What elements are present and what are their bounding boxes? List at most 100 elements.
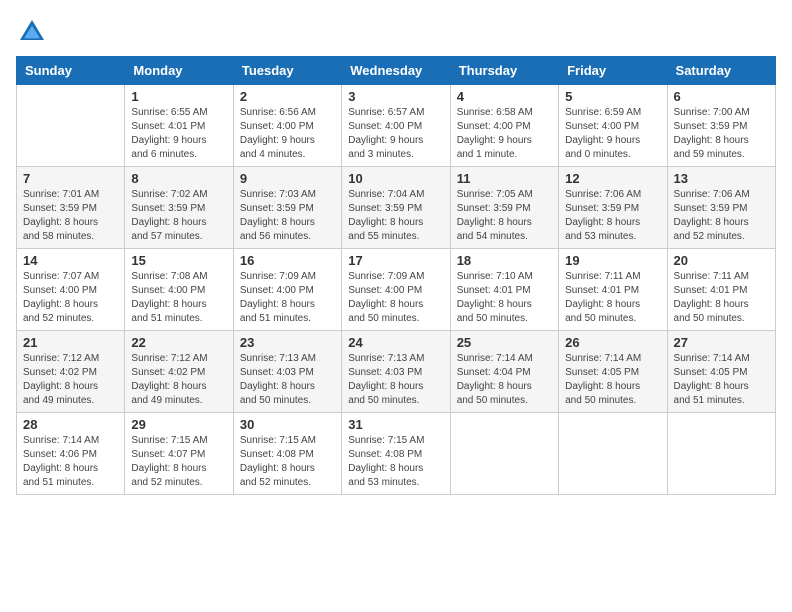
- calendar-cell: 27 Sunrise: 7:14 AM Sunset: 4:05 PM Dayli…: [667, 331, 775, 413]
- weekday-label: Sunday: [17, 57, 125, 85]
- day-number: 21: [23, 335, 118, 350]
- day-number: 8: [131, 171, 226, 186]
- calendar-cell: 24Sunrise: 7:13 AM Sunset: 4:03 PM Dayli…: [342, 331, 450, 413]
- day-number: 6: [674, 89, 769, 104]
- calendar-cell: 30Sunrise: 7:15 AM Sunset: 4:08 PM Dayli…: [233, 413, 341, 495]
- day-info: Sunrise: 7:11 AM Sunset: 4:01 PM Dayligh…: [674, 270, 769, 326]
- calendar-cell: 22 Sunrise: 7:12 AM Sunset: 4:02 PM Dayli…: [125, 331, 233, 413]
- day-info: Sunrise: 7:07 AM Sunset: 4:00 PM Dayligh…: [23, 270, 118, 326]
- calendar-cell: 21 Sunrise: 7:12 AM Sunset: 4:02 PM Dayli…: [17, 331, 125, 413]
- weekday-label: Thursday: [450, 57, 558, 85]
- calendar-cell: 15 Sunrise: 7:08 AM Sunset: 4:00 PM Dayli…: [125, 249, 233, 331]
- calendar-cell: 2Sunrise: 6:56 AM Sunset: 4:00 PM Daylig…: [233, 85, 341, 167]
- calendar-cell: [667, 413, 775, 495]
- day-number: 3: [348, 89, 443, 104]
- day-number: 9: [240, 171, 335, 186]
- calendar-cell: 26Sunrise: 7:14 AM Sunset: 4:05 PM Dayli…: [559, 331, 667, 413]
- calendar-cell: 25 Sunrise: 7:14 AM Sunset: 4:04 PM Dayli…: [450, 331, 558, 413]
- calendar-cell: [450, 413, 558, 495]
- calendar-cell: 10 Sunrise: 7:04 AM Sunset: 3:59 PM Dayli…: [342, 167, 450, 249]
- calendar-cell: 16 Sunrise: 7:09 AM Sunset: 4:00 PM Dayli…: [233, 249, 341, 331]
- day-number: 14: [23, 253, 118, 268]
- day-number: 17: [348, 253, 443, 268]
- day-info: Sunrise: 7:15 AM Sunset: 4:08 PM Dayligh…: [240, 434, 335, 490]
- calendar-cell: [17, 85, 125, 167]
- day-info: Sunrise: 7:09 AM Sunset: 4:00 PM Dayligh…: [240, 270, 335, 326]
- calendar-week-row: 21 Sunrise: 7:12 AM Sunset: 4:02 PM Dayli…: [17, 331, 776, 413]
- day-number: 20: [674, 253, 769, 268]
- day-info: Sunrise: 7:11 AM Sunset: 4:01 PM Dayligh…: [565, 270, 660, 326]
- day-number: 18: [457, 253, 552, 268]
- day-info: Sunrise: 6:55 AM Sunset: 4:01 PM Dayligh…: [131, 106, 226, 162]
- day-number: 10: [348, 171, 443, 186]
- calendar-cell: 3Sunrise: 6:57 AM Sunset: 4:00 PM Daylig…: [342, 85, 450, 167]
- calendar-cell: 14 Sunrise: 7:07 AM Sunset: 4:00 PM Dayli…: [17, 249, 125, 331]
- day-info: Sunrise: 7:15 AM Sunset: 4:08 PM Dayligh…: [348, 434, 443, 490]
- calendar-cell: 17 Sunrise: 7:09 AM Sunset: 4:00 PM Dayli…: [342, 249, 450, 331]
- day-number: 27: [674, 335, 769, 350]
- day-info: Sunrise: 7:14 AM Sunset: 4:05 PM Dayligh…: [674, 352, 769, 408]
- calendar-cell: 13Sunrise: 7:06 AM Sunset: 3:59 PM Dayli…: [667, 167, 775, 249]
- day-info: Sunrise: 7:05 AM Sunset: 3:59 PM Dayligh…: [457, 188, 552, 244]
- calendar-cell: 28 Sunrise: 7:14 AM Sunset: 4:06 PM Dayli…: [17, 413, 125, 495]
- day-number: 2: [240, 89, 335, 104]
- calendar-cell: 7 Sunrise: 7:01 AM Sunset: 3:59 PM Daylig…: [17, 167, 125, 249]
- day-info: Sunrise: 7:12 AM Sunset: 4:02 PM Dayligh…: [23, 352, 118, 408]
- calendar-cell: 19 Sunrise: 7:11 AM Sunset: 4:01 PM Dayli…: [559, 249, 667, 331]
- day-number: 23: [240, 335, 335, 350]
- logo-icon: [16, 16, 48, 48]
- calendar-cell: 31 Sunrise: 7:15 AM Sunset: 4:08 PM Dayli…: [342, 413, 450, 495]
- day-info: Sunrise: 6:58 AM Sunset: 4:00 PM Dayligh…: [457, 106, 552, 162]
- page-header: [16, 16, 776, 48]
- day-info: Sunrise: 7:01 AM Sunset: 3:59 PM Dayligh…: [23, 188, 118, 244]
- day-number: 7: [23, 171, 118, 186]
- weekday-header-row: SundayMondayTuesdayWednesdayThursdayFrid…: [17, 57, 776, 85]
- calendar-cell: 18 Sunrise: 7:10 AM Sunset: 4:01 PM Dayli…: [450, 249, 558, 331]
- weekday-label: Monday: [125, 57, 233, 85]
- day-number: 16: [240, 253, 335, 268]
- calendar-table: SundayMondayTuesdayWednesdayThursdayFrid…: [16, 56, 776, 495]
- calendar-week-row: 1Sunrise: 6:55 AM Sunset: 4:01 PM Daylig…: [17, 85, 776, 167]
- calendar-cell: 9Sunrise: 7:03 AM Sunset: 3:59 PM Daylig…: [233, 167, 341, 249]
- day-info: Sunrise: 7:14 AM Sunset: 4:06 PM Dayligh…: [23, 434, 118, 490]
- day-number: 13: [674, 171, 769, 186]
- day-number: 25: [457, 335, 552, 350]
- calendar-body: 1Sunrise: 6:55 AM Sunset: 4:01 PM Daylig…: [17, 85, 776, 495]
- calendar-cell: 8 Sunrise: 7:02 AM Sunset: 3:59 PM Daylig…: [125, 167, 233, 249]
- calendar-week-row: 14 Sunrise: 7:07 AM Sunset: 4:00 PM Dayli…: [17, 249, 776, 331]
- logo: [16, 16, 52, 48]
- day-info: Sunrise: 7:02 AM Sunset: 3:59 PM Dayligh…: [131, 188, 226, 244]
- calendar-cell: 1Sunrise: 6:55 AM Sunset: 4:01 PM Daylig…: [125, 85, 233, 167]
- weekday-label: Tuesday: [233, 57, 341, 85]
- day-number: 26: [565, 335, 660, 350]
- day-number: 28: [23, 417, 118, 432]
- calendar-cell: 12Sunrise: 7:06 AM Sunset: 3:59 PM Dayli…: [559, 167, 667, 249]
- day-info: Sunrise: 7:10 AM Sunset: 4:01 PM Dayligh…: [457, 270, 552, 326]
- day-info: Sunrise: 7:08 AM Sunset: 4:00 PM Dayligh…: [131, 270, 226, 326]
- calendar-cell: 5 Sunrise: 6:59 AM Sunset: 4:00 PM Daylig…: [559, 85, 667, 167]
- day-number: 11: [457, 171, 552, 186]
- weekday-label: Friday: [559, 57, 667, 85]
- calendar-cell: 4Sunrise: 6:58 AM Sunset: 4:00 PM Daylig…: [450, 85, 558, 167]
- day-number: 29: [131, 417, 226, 432]
- day-info: Sunrise: 6:59 AM Sunset: 4:00 PM Dayligh…: [565, 106, 660, 162]
- day-info: Sunrise: 7:15 AM Sunset: 4:07 PM Dayligh…: [131, 434, 226, 490]
- day-info: Sunrise: 7:04 AM Sunset: 3:59 PM Dayligh…: [348, 188, 443, 244]
- calendar-week-row: 7 Sunrise: 7:01 AM Sunset: 3:59 PM Daylig…: [17, 167, 776, 249]
- day-info: Sunrise: 7:06 AM Sunset: 3:59 PM Dayligh…: [565, 188, 660, 244]
- calendar-cell: 23Sunrise: 7:13 AM Sunset: 4:03 PM Dayli…: [233, 331, 341, 413]
- day-info: Sunrise: 7:00 AM Sunset: 3:59 PM Dayligh…: [674, 106, 769, 162]
- day-number: 15: [131, 253, 226, 268]
- day-number: 22: [131, 335, 226, 350]
- day-number: 19: [565, 253, 660, 268]
- day-info: Sunrise: 7:14 AM Sunset: 4:04 PM Dayligh…: [457, 352, 552, 408]
- calendar-cell: 6 Sunrise: 7:00 AM Sunset: 3:59 PM Daylig…: [667, 85, 775, 167]
- day-info: Sunrise: 7:12 AM Sunset: 4:02 PM Dayligh…: [131, 352, 226, 408]
- day-number: 31: [348, 417, 443, 432]
- day-number: 24: [348, 335, 443, 350]
- day-number: 5: [565, 89, 660, 104]
- day-info: Sunrise: 7:09 AM Sunset: 4:00 PM Dayligh…: [348, 270, 443, 326]
- calendar-cell: 20 Sunrise: 7:11 AM Sunset: 4:01 PM Dayli…: [667, 249, 775, 331]
- weekday-label: Saturday: [667, 57, 775, 85]
- calendar-week-row: 28 Sunrise: 7:14 AM Sunset: 4:06 PM Dayli…: [17, 413, 776, 495]
